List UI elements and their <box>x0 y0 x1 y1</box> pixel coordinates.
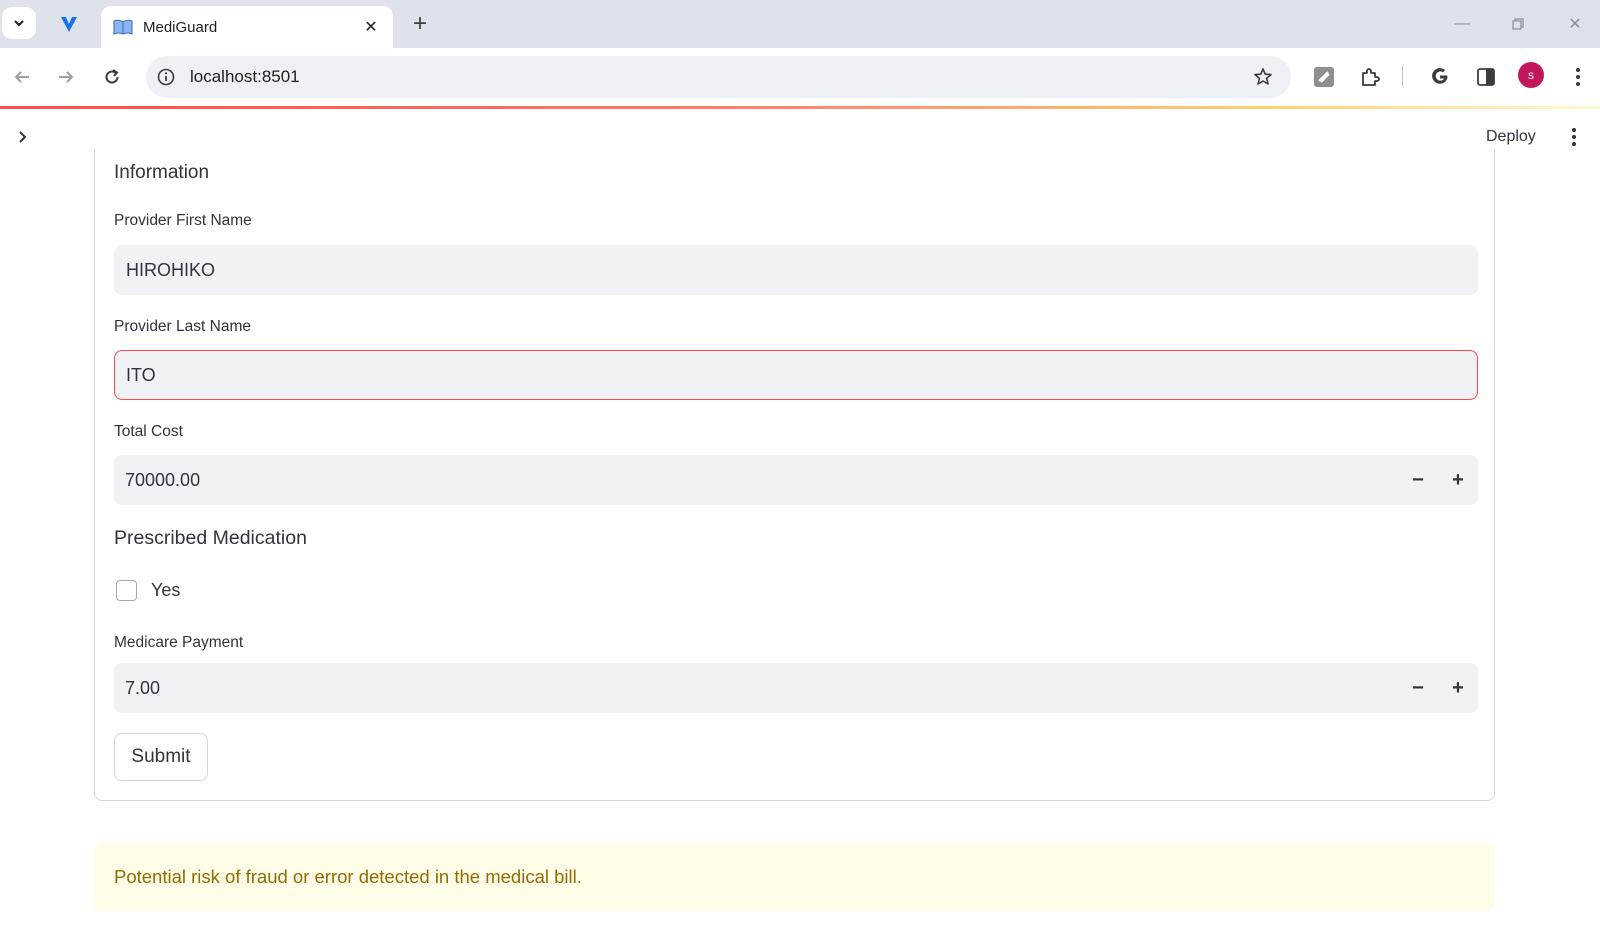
book-icon <box>113 19 133 35</box>
window-close-icon[interactable]: ✕ <box>1559 10 1591 38</box>
medicare-payment-label: Medicare Payment <box>114 634 244 651</box>
warning-alert-message: Potential risk of fraud or error detecte… <box>114 866 582 887</box>
provider-last-name-input[interactable]: ITO <box>114 350 1478 400</box>
prescribed-medication-checkbox-row[interactable]: Yes <box>116 580 180 601</box>
back-button[interactable] <box>6 61 38 93</box>
prescribed-medication-title: Prescribed Medication <box>114 527 307 549</box>
close-tab-icon[interactable]: ✕ <box>357 13 385 41</box>
warning-alert: Potential risk of fraud or error detecte… <box>94 843 1495 911</box>
reload-icon <box>105 69 119 84</box>
submit-button[interactable]: Submit <box>114 733 208 781</box>
minimize-icon[interactable]: — <box>1446 10 1478 38</box>
pinned-tab[interactable] <box>52 8 86 40</box>
main-menu-button[interactable] <box>1562 123 1586 151</box>
browser-menu-icon[interactable] <box>1562 61 1594 93</box>
more-vertical-icon <box>1572 128 1576 146</box>
app-logo-icon <box>61 17 77 32</box>
extension-icon[interactable] <box>1308 61 1340 93</box>
bookmark-star-icon[interactable] <box>1247 61 1279 93</box>
reload-button[interactable] <box>96 61 128 93</box>
medicare-payment-input[interactable]: 7.00 − + <box>114 663 1478 713</box>
prescribed-medication-checkbox[interactable] <box>116 580 137 601</box>
browser-toolbar: localhost:8501 s <box>0 48 1600 106</box>
medicare-payment-decrement-button[interactable]: − <box>1398 663 1438 713</box>
tab-search-button[interactable] <box>2 7 36 39</box>
extensions-puzzle-icon[interactable] <box>1354 61 1386 93</box>
total-cost-increment-button[interactable]: + <box>1438 455 1478 505</box>
provider-first-name-label: Provider First Name <box>114 212 252 229</box>
medicare-payment-increment-button[interactable]: + <box>1438 663 1478 713</box>
restore-icon[interactable] <box>1502 10 1534 38</box>
deploy-button[interactable]: Deploy <box>1478 123 1544 151</box>
active-tab[interactable]: MediGuard ✕ <box>101 6 393 48</box>
browser-tabstrip: MediGuard ✕ + — ✕ <box>0 0 1600 48</box>
total-cost-value[interactable]: 70000.00 <box>114 470 1398 491</box>
chevron-down-icon <box>14 20 24 27</box>
arrow-right-icon <box>59 71 74 83</box>
toolbar-separator <box>1402 66 1403 86</box>
address-bar[interactable]: localhost:8501 <box>146 56 1291 98</box>
provider-first-name-input[interactable]: HIROHIKO <box>114 245 1478 295</box>
side-panel-icon[interactable] <box>1470 61 1502 93</box>
arrow-left-icon <box>14 71 29 83</box>
provider-last-name-label: Provider Last Name <box>114 318 251 335</box>
total-cost-decrement-button[interactable]: − <box>1398 455 1438 505</box>
tab-title: MediGuard <box>143 18 218 36</box>
url-text[interactable]: localhost:8501 <box>190 67 1247 87</box>
new-tab-button[interactable]: + <box>404 8 436 40</box>
total-cost-label: Total Cost <box>114 423 183 440</box>
total-cost-input[interactable]: 70000.00 − + <box>114 455 1478 505</box>
chevron-right-icon <box>19 131 27 143</box>
site-info-icon[interactable] <box>156 67 176 87</box>
section-title: Information <box>114 162 210 183</box>
sidebar-toggle-button[interactable] <box>10 125 34 149</box>
forward-button[interactable] <box>50 61 82 93</box>
google-icon[interactable] <box>1424 61 1456 93</box>
medicare-payment-value[interactable]: 7.00 <box>114 678 1398 699</box>
profile-avatar[interactable]: s <box>1518 62 1544 88</box>
prescribed-medication-checkbox-label[interactable]: Yes <box>151 580 180 601</box>
